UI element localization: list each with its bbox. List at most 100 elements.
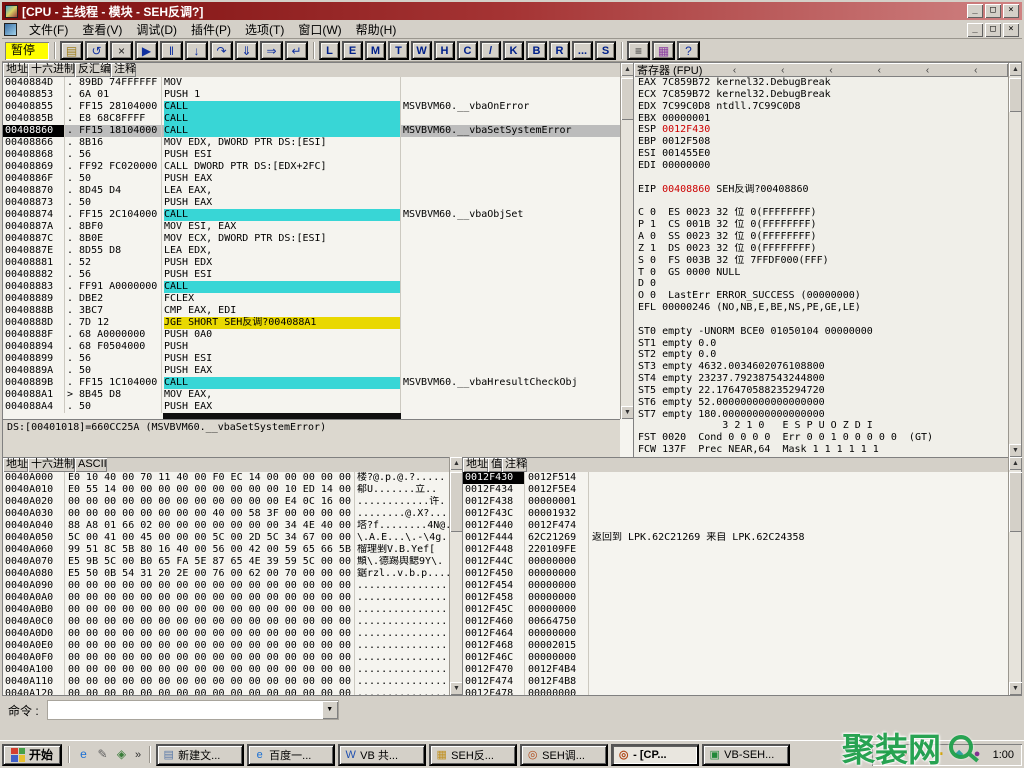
disasm-row[interactable]: 00408853 . 6A 01 PUSH 1	[3, 89, 620, 101]
mdi-child-icon[interactable]	[4, 23, 17, 36]
stack-row[interactable]: 0012F44C 00000000	[463, 556, 1008, 568]
register-line[interactable]: Z 1 DS 0023 32 位 0(FFFFFFFF)	[634, 243, 1008, 255]
dump-row[interactable]: 0040A080 E5 50 0B 54 31 20 2E 00 76 00 6…	[3, 568, 449, 580]
column-header[interactable]: 地址	[3, 458, 28, 472]
mdi-restore-button[interactable]: □	[985, 23, 1001, 37]
dump-row[interactable]: 0040A0D0 00 00 00 00 00 00 00 00 00 00 0…	[3, 628, 449, 640]
menu-item[interactable]: 文件(F)	[22, 20, 75, 39]
show-desktop-icon[interactable]: ✎	[94, 746, 111, 763]
mdi-minimize-button[interactable]: _	[967, 23, 983, 37]
toolbar-letter-button[interactable]: T	[388, 41, 409, 60]
chevron-left-icon[interactable]: ‹	[781, 65, 784, 76]
disasm-row[interactable]: 0040887A . 8BF0 MOV ESI, EAX	[3, 221, 620, 233]
disasm-row[interactable]: 00408860 . FF15 18104000 CALL DWORD PTR …	[3, 125, 620, 137]
scroll-thumb[interactable]	[1009, 78, 1021, 112]
taskbar-task-button[interactable]: e 百度一...	[247, 744, 335, 766]
taskbar-task-button[interactable]: W VB 共...	[338, 744, 426, 766]
register-line[interactable]: D 0	[634, 278, 1008, 290]
disasm-row[interactable]: 0040885B . E8 68C8FFFF CALL SEH反调?004050…	[3, 113, 620, 125]
dump-row[interactable]: 0040A050 5C 00 41 00 45 00 00 00 5C 00 2…	[3, 532, 449, 544]
trace-into-icon[interactable]: ⇓	[235, 41, 258, 60]
register-line[interactable]: ST2 empty 0.0	[634, 349, 1008, 361]
stack-row[interactable]: 0012F438 00000001	[463, 496, 1008, 508]
close-process-icon[interactable]: ×	[110, 41, 133, 60]
log-options-icon[interactable]: ≡	[627, 41, 650, 60]
trace-over-icon[interactable]: ⇒	[260, 41, 283, 60]
appearance-icon[interactable]: ▦	[652, 41, 675, 60]
disasm-row[interactable]: 00408868 . 56 PUSH ESI	[3, 149, 620, 161]
disasm-row[interactable]: 00408873 . 50 PUSH EAX	[3, 197, 620, 209]
toolbar-letter-button[interactable]: L	[319, 41, 340, 60]
register-line[interactable]: EAX 7C859B72 kernel32.DebugBreak	[634, 77, 1008, 89]
disasm-row[interactable]: 0040888D . 7D 12 JGE SHORT SEH反调?004088A…	[3, 317, 620, 329]
register-line[interactable]: S 0 FS 003B 32 位 7FFDF000(FFF)	[634, 255, 1008, 267]
dump-row[interactable]: 0040A0A0 00 00 00 00 00 00 00 00 00 00 0…	[3, 592, 449, 604]
register-line[interactable]: ST4 empty 23237.792387543244800	[634, 373, 1008, 385]
scroll-down-icon[interactable]: ▼	[1009, 444, 1021, 457]
stack-row[interactable]: 0012F460 00664750	[463, 616, 1008, 628]
tray-icon-5[interactable]: ◆	[952, 747, 967, 762]
column-header[interactable]: 十六进制	[28, 63, 75, 77]
tray-icon-4[interactable]: ▪	[934, 747, 949, 762]
register-line[interactable]: EBP 0012F508	[634, 136, 1008, 148]
stack-row[interactable]: 0012F45C 00000000	[463, 604, 1008, 616]
column-header[interactable]: ASCII	[75, 458, 107, 472]
stack-row[interactable]: 0012F458 00000000	[463, 592, 1008, 604]
column-header[interactable]: 注释	[502, 458, 527, 472]
register-line[interactable]: FCW 137F Prec NEAR,64 Mask 1 1 1 1 1 1	[634, 444, 1008, 456]
stack-row[interactable]: 0012F430 0012F514	[463, 472, 1008, 484]
disasm-row[interactable]: 004088A1 > 8B45 D8 MOV EAX, DWORD PTR SS…	[3, 389, 620, 401]
disasm-row[interactable]: 00408894 . 68 F0504000 PUSH SEH反调?004050…	[3, 341, 620, 353]
stack-row[interactable]: 0012F470 0012F4B4	[463, 664, 1008, 676]
register-line[interactable]: ST7 empty 180.00000000000000000	[634, 409, 1008, 421]
stack-row[interactable]: 0012F434 0012F5E4	[463, 484, 1008, 496]
scroll-thumb[interactable]	[1009, 472, 1022, 532]
taskbar-task-button[interactable]: ▣ VB-SEH...	[702, 744, 790, 766]
stack-row[interactable]: 0012F454 00000000	[463, 580, 1008, 592]
scroll-up-icon[interactable]: ▲	[1009, 457, 1022, 470]
menu-item[interactable]: 插件(P)	[184, 20, 238, 39]
disasm-row[interactable]: 0040888F . 68 A0000000 PUSH 0A0	[3, 329, 620, 341]
step-over-icon[interactable]: ↷	[210, 41, 233, 60]
register-line[interactable]: T 0 GS 0000 NULL	[634, 267, 1008, 279]
stack-row[interactable]: 0012F474 0012F4B8	[463, 676, 1008, 688]
ie-quicklaunch-icon[interactable]: e	[75, 746, 92, 763]
tray-icon-3[interactable]: ●	[916, 747, 931, 762]
disasm-row[interactable]: 00408855 . FF15 28104000 CALL DWORD PTR …	[3, 101, 620, 113]
menu-item[interactable]: 帮助(H)	[349, 20, 404, 39]
run-icon[interactable]: ▶	[135, 41, 158, 60]
help-icon[interactable]: ?	[677, 41, 700, 60]
registers-scrollbar[interactable]: ▲ ▼	[1008, 63, 1021, 457]
register-line[interactable]: EFL 00000246 (NO,NB,E,BE,NS,PE,GE,LE)	[634, 302, 1008, 314]
mdi-close-button[interactable]: ×	[1003, 23, 1019, 37]
column-header[interactable]: 地址	[463, 458, 488, 472]
toolbar-letter-button[interactable]: S	[595, 41, 616, 60]
stack-scrollbar[interactable]: ▲ ▼	[1008, 457, 1021, 695]
register-line[interactable]: EIP 00408860 SEH反调?00408860	[634, 184, 1008, 196]
register-line[interactable]: EDX 7C99C0D8 ntdll.7C99C0D8	[634, 101, 1008, 113]
tray-icon-1[interactable]: ◉	[880, 747, 895, 762]
toolbar-letter-button[interactable]: R	[549, 41, 570, 60]
command-input[interactable]	[48, 701, 322, 719]
register-line[interactable]	[634, 172, 1008, 184]
column-header[interactable]: 地址	[3, 63, 28, 77]
disasm-row[interactable]: 00408874 . FF15 2C104000 CALL DWORD PTR …	[3, 209, 620, 221]
register-line[interactable]: P 1 CS 001B 32 位 0(FFFFFFFF)	[634, 219, 1008, 231]
register-line[interactable]	[634, 314, 1008, 326]
register-line[interactable]: O 0 LastErr ERROR_SUCCESS (00000000)	[634, 290, 1008, 302]
column-header[interactable]: 值	[488, 458, 502, 472]
disasm-row[interactable]: 00408870 . 8D45 D4 LEA EAX, DWORD PTR SS…	[3, 185, 620, 197]
dump-row[interactable]: 0040A030 00 00 00 00 00 00 00 00 40 00 5…	[3, 508, 449, 520]
scroll-up-icon[interactable]: ▲	[1009, 63, 1021, 76]
chevron-left-icon[interactable]: ‹	[733, 65, 736, 76]
open-file-icon[interactable]: ▤	[60, 41, 83, 60]
start-button[interactable]: 开始	[2, 744, 62, 766]
dump-row[interactable]: 0040A120 00 00 00 00 00 00 00 00 00 00 0…	[3, 688, 449, 695]
register-line[interactable]: ST6 empty 52.000000000000000000	[634, 397, 1008, 409]
taskbar-task-button[interactable]: ▤ 新建文...	[156, 744, 244, 766]
stack-row[interactable]: 0012F46C 00000000	[463, 652, 1008, 664]
dump-row[interactable]: 0040A070 E5 9B 5C 00 B0 65 FA 5E 87 65 4…	[3, 556, 449, 568]
register-line[interactable]: ST1 empty 0.0	[634, 338, 1008, 350]
toolbar-letter-button[interactable]: /	[480, 41, 501, 60]
toolbar-letter-button[interactable]: B	[526, 41, 547, 60]
